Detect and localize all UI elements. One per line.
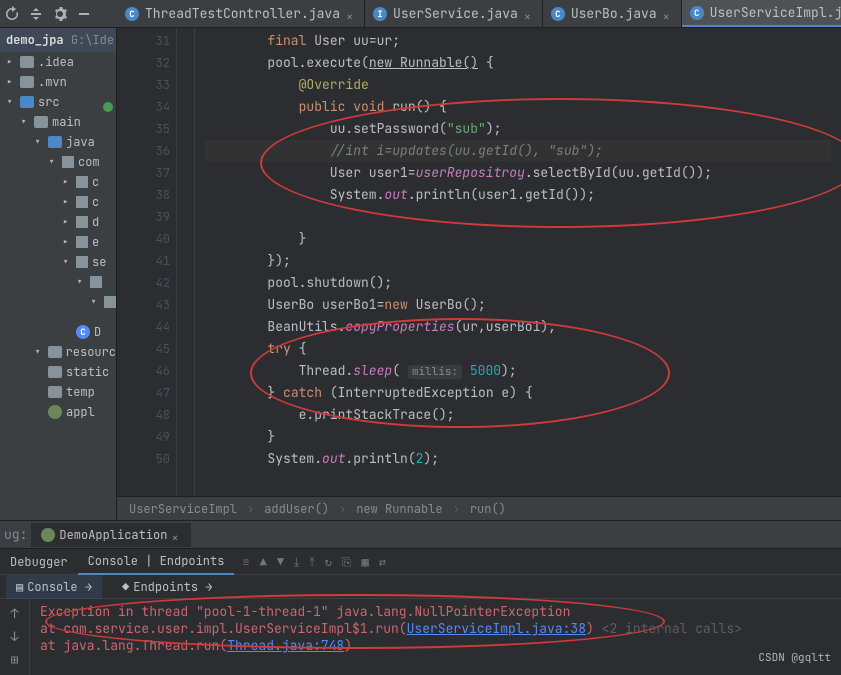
java-class-icon: C	[76, 325, 90, 339]
tree-folder-src[interactable]: ▾src	[0, 92, 116, 112]
fold-gutter	[177, 28, 195, 520]
java-class-icon: C	[551, 7, 565, 21]
tool-icon[interactable]: ⇄	[379, 554, 386, 570]
tree-package[interactable]: ▸e	[0, 232, 116, 252]
folder-icon	[20, 56, 34, 68]
tab-userbo[interactable]: CUserBo.java×	[543, 0, 682, 27]
tree-class-demo[interactable]: CD	[0, 322, 116, 342]
breadcrumb[interactable]: UserServiceImpl› addUser()› new Runnable…	[117, 496, 841, 520]
tree-folder-static[interactable]: static	[0, 362, 116, 382]
tool-icon[interactable]: ▼	[277, 554, 284, 570]
minimize-icon[interactable]	[76, 6, 92, 22]
package-icon	[62, 156, 74, 168]
tree-folder-java[interactable]: ▾java	[0, 132, 116, 152]
settings-icon[interactable]	[52, 6, 68, 22]
tree-folder-mvn[interactable]: ▸.mvn	[0, 72, 116, 92]
package-icon	[76, 196, 88, 208]
tool-icon[interactable]: ▲	[260, 554, 267, 570]
tree-package[interactable]: ▸c	[0, 172, 116, 192]
down-icon[interactable]: ↓	[11, 628, 19, 645]
inline-hint: millis:	[408, 365, 462, 379]
tree-package[interactable]: ▸d	[0, 212, 116, 232]
java-interface-icon: I	[373, 7, 387, 21]
tool-icon[interactable]: ⎘	[342, 554, 352, 570]
spring-icon	[48, 405, 62, 419]
folder-icon	[20, 96, 34, 108]
editor-tabs: CThreadTestController.java× IUserService…	[117, 0, 841, 28]
tree-folder-main[interactable]: ▾main	[0, 112, 116, 132]
package-icon	[76, 236, 88, 248]
spring-icon	[41, 528, 55, 542]
endpoints-subtab[interactable]: ◆ Endpoints →	[112, 575, 222, 599]
folder-icon	[48, 386, 62, 398]
tree-package[interactable]: ▾	[0, 272, 116, 292]
folder-icon	[34, 116, 48, 128]
up-icon[interactable]: ↑	[11, 605, 19, 622]
run-config-tab[interactable]: DemoApplication ×	[31, 523, 191, 547]
stacktrace-link[interactable]: UserServiceImpl.java:38	[407, 620, 586, 637]
tree-package[interactable]: ▾se	[0, 252, 116, 272]
console-output[interactable]: Exception in thread "pool-1-thread-1" ja…	[30, 599, 841, 675]
tool-icon[interactable]: ↻	[325, 554, 332, 570]
code-editor[interactable]: 313233 34 35363738 39404142 43444546 474…	[117, 28, 841, 520]
gutter-mark-icon[interactable]	[103, 102, 113, 112]
tool-icon[interactable]: ⤓	[294, 554, 299, 570]
package-icon	[104, 296, 116, 308]
code-area[interactable]: final User uu=ur; pool.execute(new Runna…	[195, 28, 841, 520]
debugger-tab[interactable]: Debugger	[0, 550, 78, 574]
console-endpoints-tab[interactable]: Console | Endpoints	[78, 549, 235, 575]
tab-userserviceimpl[interactable]: CUserServiceImpl.java×	[682, 0, 841, 27]
folder-icon	[48, 136, 62, 148]
folder-icon	[20, 76, 34, 88]
close-icon[interactable]: ×	[346, 9, 356, 19]
tool-icon[interactable]: ⤒	[309, 554, 314, 570]
package-icon	[76, 216, 88, 228]
wrap-icon[interactable]: ⊞	[11, 651, 19, 668]
stacktrace-link[interactable]: Thread.java:748	[227, 637, 344, 654]
console-subtab[interactable]: ▤ Console →	[6, 575, 102, 599]
project-tree: demo_jpa G:\Ide ▸.idea ▸.mvn ▾src ▾main …	[0, 28, 117, 520]
tree-folder-resources[interactable]: ▾resourc	[0, 342, 116, 362]
folder-icon	[48, 366, 62, 378]
refresh-icon[interactable]	[4, 6, 20, 22]
tab-threadtestcontroller[interactable]: CThreadTestController.java×	[117, 0, 365, 27]
package-icon	[76, 176, 88, 188]
collapse-icon[interactable]	[28, 6, 44, 22]
debug-panel: ug: DemoApplication × Debugger Console |…	[0, 520, 841, 675]
debug-label: ug:	[4, 526, 27, 543]
line-numbers: 313233 34 35363738 39404142 43444546 474…	[117, 28, 177, 520]
tab-userservice[interactable]: IUserService.java×	[365, 0, 543, 27]
watermark: CSDN @gqltt	[758, 651, 831, 665]
java-class-icon: C	[125, 7, 139, 21]
tool-icon[interactable]: ▦	[362, 554, 369, 570]
tree-package-com[interactable]: ▾com	[0, 152, 116, 172]
folder-icon	[48, 346, 62, 358]
close-icon[interactable]: ×	[524, 9, 534, 19]
console-gutter: ↑ ↓ ⊞	[0, 599, 30, 675]
package-icon	[76, 256, 88, 268]
tool-icon[interactable]: ≡	[242, 554, 249, 570]
tree-package[interactable]: ▸c	[0, 192, 116, 212]
project-root[interactable]: demo_jpa G:\Ide	[0, 28, 116, 52]
tree-folder-temp[interactable]: temp	[0, 382, 116, 402]
tree-package[interactable]: ▾	[0, 292, 116, 312]
close-icon[interactable]: ×	[663, 9, 673, 19]
java-class-icon: C	[690, 6, 704, 20]
close-icon[interactable]: ×	[171, 530, 181, 540]
tree-folder-idea[interactable]: ▸.idea	[0, 52, 116, 72]
tree-file-appl[interactable]: appl	[0, 402, 116, 422]
package-icon	[90, 276, 102, 288]
